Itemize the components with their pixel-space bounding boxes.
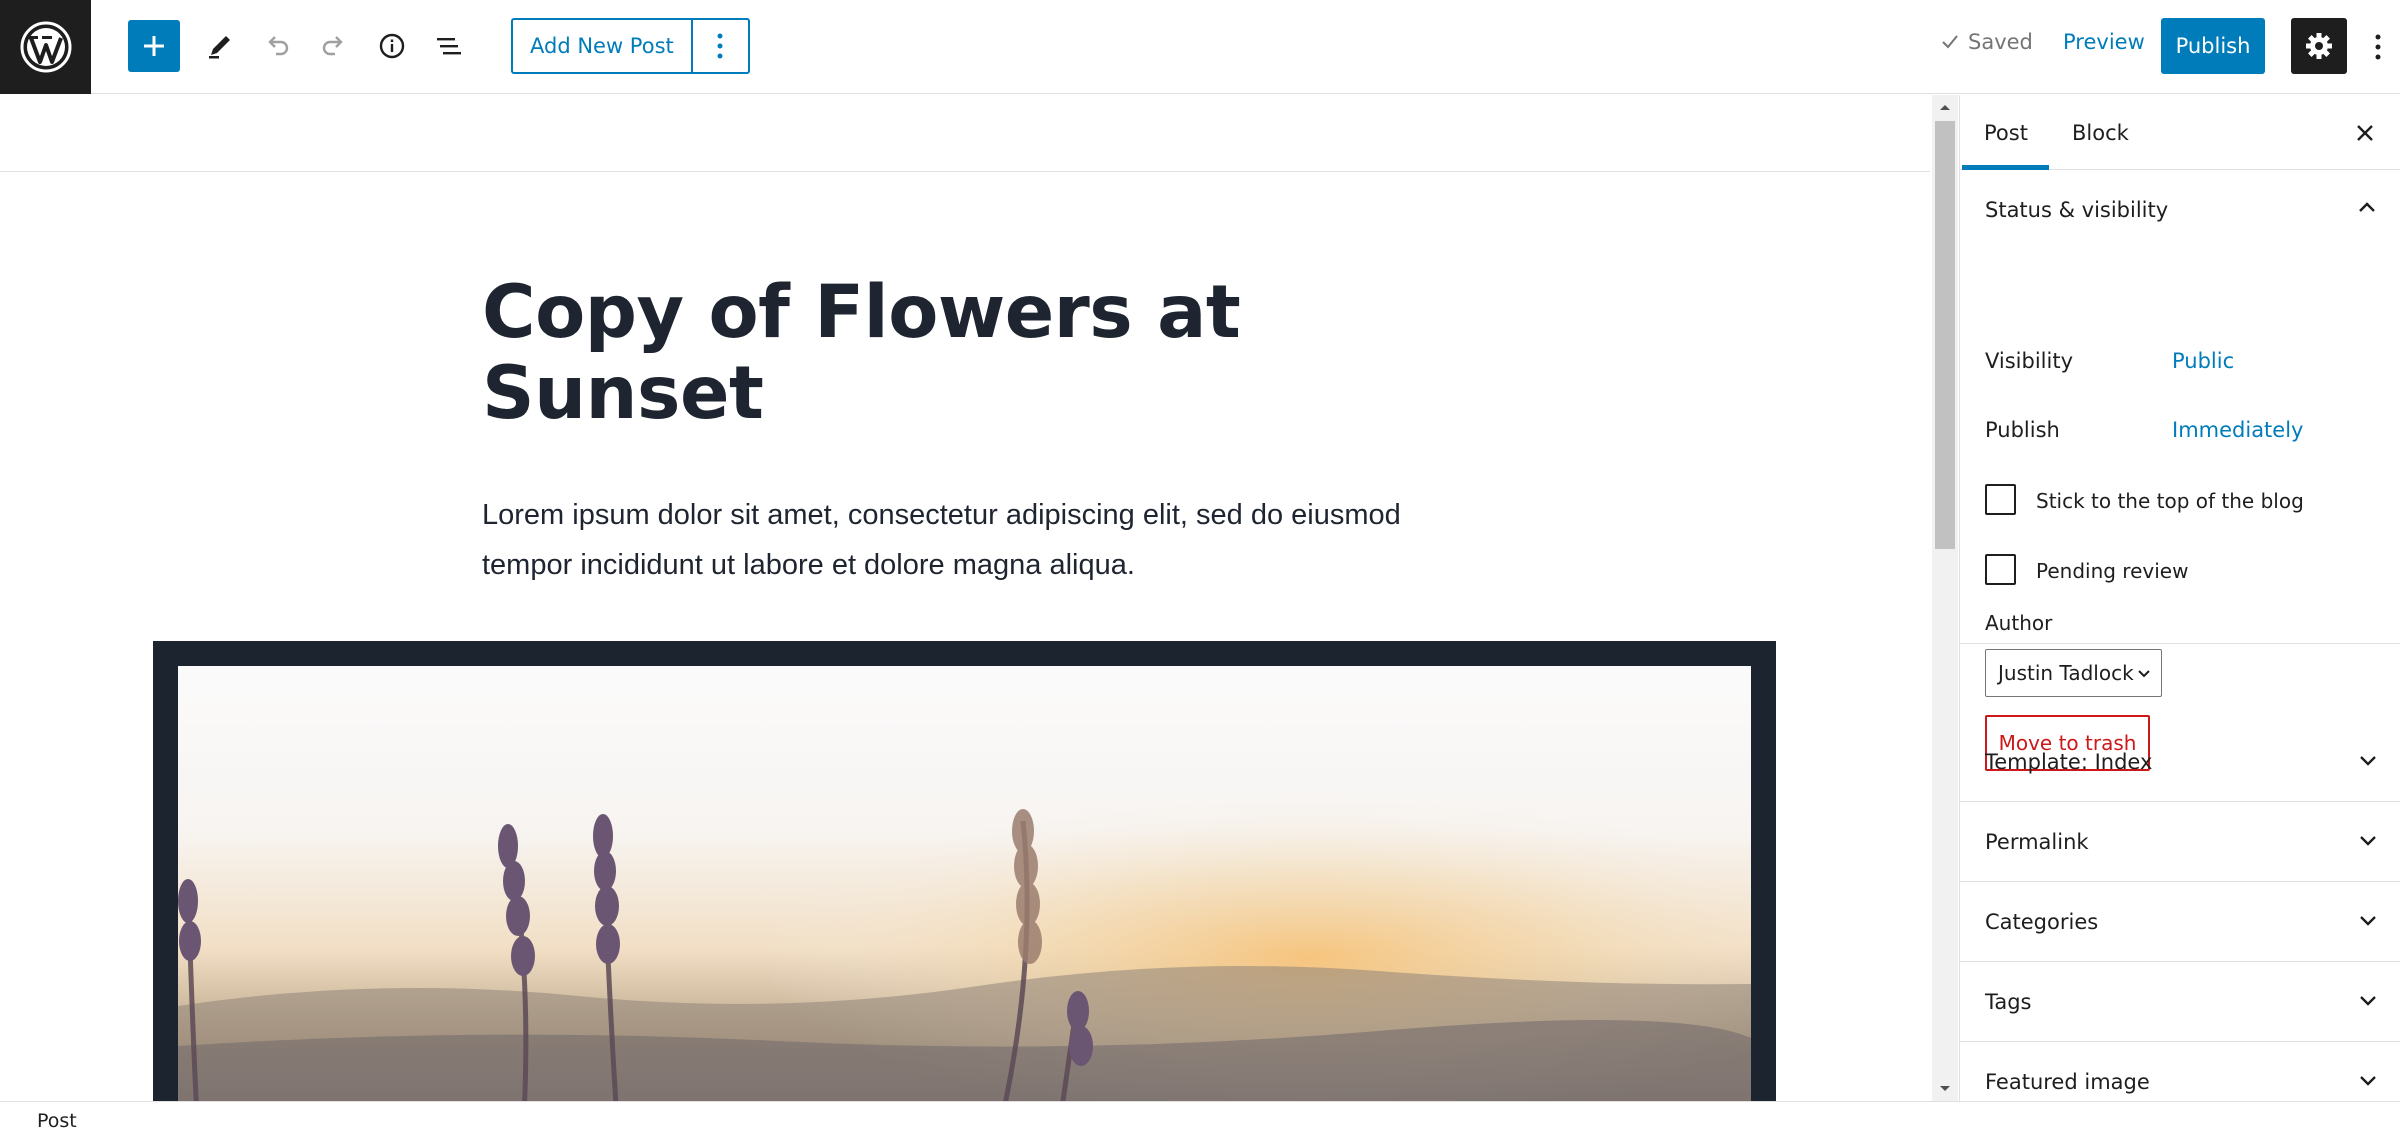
settings-sidebar: Post Block Status & visibility Visibilit… — [1959, 95, 2400, 1101]
pending-review-checkbox[interactable] — [1985, 554, 2016, 585]
author-select-value: Justin Tadlock — [1998, 661, 2134, 685]
tools-button[interactable] — [194, 20, 246, 72]
chevron-down-icon — [2138, 670, 2150, 678]
panel-title: Tags — [1985, 989, 2032, 1014]
editor-header: Add New Post Saved Preview Publish — [0, 0, 2400, 94]
panel-featured-image[interactable]: Featured image — [1960, 1042, 2400, 1101]
chevron-up-icon — [2359, 202, 2375, 212]
visibility-value-button[interactable]: Public — [2172, 349, 2234, 373]
chevron-down-icon — [2360, 996, 2376, 1006]
check-icon — [1942, 35, 1958, 49]
add-new-post-group: Add New Post — [511, 18, 750, 74]
panel-title: Permalink — [1985, 829, 2089, 854]
pencil-icon — [209, 36, 230, 59]
panel-tags[interactable]: Tags — [1960, 962, 2400, 1042]
add-new-post-options-button[interactable] — [693, 20, 748, 72]
status-visibility-panel: Status & visibility Visibility Public Pu… — [1960, 170, 2400, 771]
saved-status: Saved — [1940, 30, 2033, 54]
wordpress-logo-icon[interactable] — [0, 0, 91, 94]
list-view-button[interactable] — [423, 20, 475, 72]
author-label: Author — [1985, 611, 2053, 635]
panel-template[interactable]: Template: Index — [1960, 722, 2400, 802]
block-breadcrumb-bar: Post — [0, 1101, 2400, 1137]
editor-canvas[interactable]: Copy of Flowers at Sunset Lorem ipsum do… — [0, 95, 1930, 1101]
settings-button[interactable] — [2291, 18, 2347, 74]
gear-icon — [2306, 33, 2332, 59]
chevron-down-icon — [2360, 836, 2376, 846]
canvas-scrollbar[interactable] — [1932, 95, 1958, 1101]
options-button[interactable] — [2363, 22, 2393, 72]
scrollbar-thumb[interactable] — [1935, 121, 1955, 549]
add-new-post-button[interactable]: Add New Post — [513, 20, 693, 72]
sticky-label: Stick to the top of the blog — [2036, 489, 2304, 513]
chevron-down-icon — [2360, 1076, 2376, 1086]
publish-date-button[interactable]: Immediately — [2172, 418, 2303, 442]
undo-button[interactable] — [251, 20, 303, 72]
tab-block-label: Block — [2072, 120, 2129, 145]
close-icon — [2357, 125, 2373, 141]
scroll-up-arrow-icon[interactable] — [1932, 95, 1958, 119]
paragraph-block[interactable]: Lorem ipsum dolor sit amet, consectetur … — [482, 490, 1442, 590]
collapsed-panels: Template: Index Permalink Categories Tag… — [1960, 722, 2400, 1101]
image-block[interactable] — [153, 641, 1776, 1101]
tab-post[interactable]: Post — [1984, 95, 2028, 170]
tab-post-label: Post — [1984, 120, 2028, 145]
close-sidebar-button[interactable] — [2345, 113, 2385, 153]
undo-icon — [268, 36, 289, 56]
list-view-icon — [437, 38, 461, 55]
chevron-down-icon — [2360, 916, 2376, 926]
plus-icon — [144, 36, 164, 56]
redo-icon — [322, 36, 343, 56]
info-icon — [379, 33, 405, 59]
post-title[interactable]: Copy of Flowers at Sunset — [482, 272, 1462, 434]
visibility-label: Visibility — [1985, 349, 2074, 373]
tab-block[interactable]: Block — [2072, 95, 2129, 170]
vertical-ellipsis-icon — [717, 33, 723, 59]
lavender-sunset-image — [178, 666, 1751, 1101]
publish-label: Publish — [1985, 418, 2060, 442]
publish-button[interactable]: Publish — [2161, 18, 2265, 74]
status-visibility-toggle[interactable]: Status & visibility — [1960, 170, 2400, 249]
block-inserter-button[interactable] — [128, 20, 180, 72]
saved-label: Saved — [1968, 30, 2033, 54]
panel-title: Status & visibility — [1985, 197, 2169, 222]
panel-categories[interactable]: Categories — [1960, 882, 2400, 962]
sidebar-tabs: Post Block — [1960, 95, 2400, 170]
panel-title: Template: Index — [1985, 749, 2153, 774]
vertical-ellipsis-icon — [2375, 34, 2381, 60]
sticky-checkbox[interactable] — [1985, 484, 2016, 515]
preview-button[interactable]: Preview — [2063, 30, 2145, 54]
author-select[interactable]: Justin Tadlock — [1985, 649, 2162, 697]
pending-review-label: Pending review — [2036, 559, 2189, 583]
chevron-down-icon — [2360, 756, 2376, 766]
canvas-divider — [0, 171, 1930, 172]
details-button[interactable] — [366, 20, 418, 72]
redo-button[interactable] — [308, 20, 360, 72]
panel-title: Featured image — [1985, 1069, 2150, 1094]
breadcrumb-post[interactable]: Post — [37, 1110, 77, 1132]
panel-title: Categories — [1985, 909, 2099, 934]
scroll-down-arrow-icon[interactable] — [1932, 1077, 1958, 1101]
panel-permalink[interactable]: Permalink — [1960, 802, 2400, 882]
